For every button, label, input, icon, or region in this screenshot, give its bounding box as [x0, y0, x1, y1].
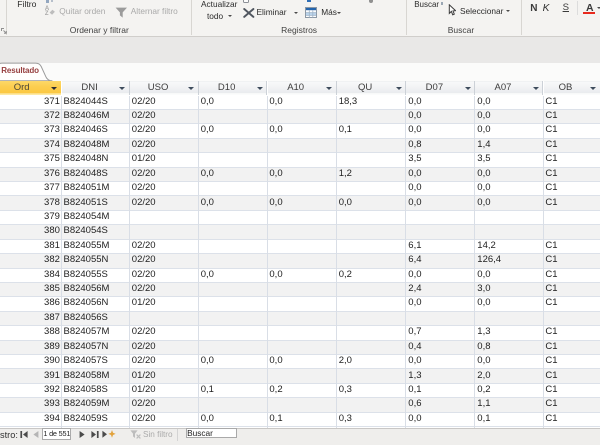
svg-text:Z: Z [45, 11, 49, 15]
